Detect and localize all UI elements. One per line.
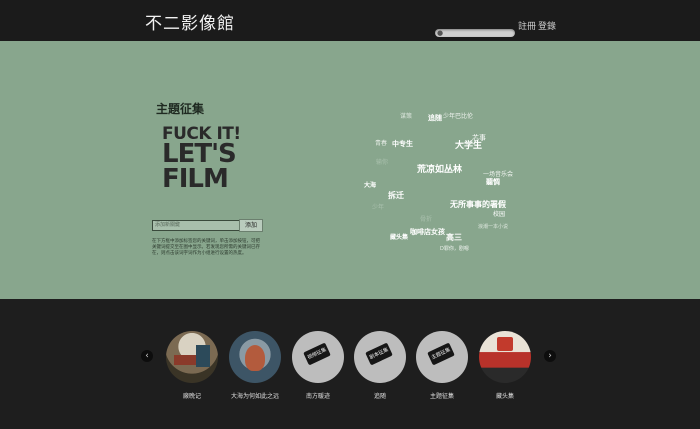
hero-description: 在下方框中添加标签您的关键词，单击添加按钮，可把关键词提交至在图中显示。若发现您… — [152, 239, 260, 256]
tag-cloud-word[interactable]: 大海 — [364, 180, 376, 189]
film-thumb-4[interactable]: 剧本征集 — [354, 331, 406, 383]
tag-cloud-word[interactable]: 浪潮一本小说 — [478, 223, 508, 230]
video-call-tag: 视频征集 — [303, 342, 331, 366]
tag-cloud-word[interactable]: 高三 — [446, 232, 462, 243]
carousel-next-button[interactable]: › — [544, 350, 556, 362]
thumb-1-detail — [174, 355, 196, 365]
tag-cloud-word[interactable]: 输你 — [376, 157, 388, 166]
tag-cloud-word[interactable]: 聽惆 — [486, 177, 500, 187]
film-thumb-1[interactable] — [166, 331, 218, 383]
thumb-1-detail — [196, 345, 210, 367]
film-thumb-3[interactable]: 视频征集 — [292, 331, 344, 383]
film-thumb-6[interactable] — [479, 331, 531, 383]
tag-cloud-word[interactable]: 骨折 — [420, 214, 432, 223]
film-thumb-5[interactable]: 主题征集 — [416, 331, 468, 383]
search-input[interactable]: ● — [435, 29, 515, 37]
search-icon: ● — [437, 29, 444, 37]
tag-cloud-word[interactable]: 追随 — [428, 113, 442, 123]
site-logo[interactable]: 不二影像館 — [145, 9, 235, 34]
poster-line-3: FILM — [162, 163, 229, 194]
hero-title: 主題征集 — [156, 102, 205, 116]
tag-cloud-word[interactable]: 校园 — [493, 209, 505, 218]
tag-cloud-word[interactable]: 荒凉如丛林 — [417, 162, 462, 175]
tag-cloud-word[interactable]: 拆迁 — [388, 190, 404, 201]
theme-call-tag: 主题征集 — [427, 342, 455, 366]
carousel-prev-button[interactable]: ‹ — [141, 350, 153, 362]
login-link[interactable]: 登錄 — [538, 19, 556, 32]
add-keyword-button[interactable]: 添加 — [239, 219, 263, 232]
tag-cloud-word[interactable]: 咖啡店女孩 — [410, 227, 445, 237]
tag-cloud-word[interactable]: 少年巴比伦 — [443, 111, 473, 120]
tag-cloud-word[interactable]: 青春 — [375, 138, 387, 147]
thumb-6-detail — [497, 337, 513, 351]
film-carousel — [0, 299, 700, 429]
keyword-input[interactable]: 添加新關鍵 — [152, 220, 242, 231]
poster-graphic: FUCK IT! LET'S FILM — [162, 125, 250, 194]
tag-cloud-word[interactable]: 少年 — [372, 202, 384, 211]
register-link[interactable]: 註冊 — [518, 19, 536, 32]
hero-banner — [0, 41, 700, 299]
tag-cloud-word[interactable]: 藏头集 — [390, 232, 408, 241]
film-caption-6[interactable]: 藏头集 — [465, 391, 545, 400]
film-thumb-2[interactable] — [229, 331, 281, 383]
tag-cloud-word[interactable]: 谋策 — [400, 111, 412, 120]
tag-cloud-word[interactable]: 大学生 — [455, 138, 482, 151]
script-call-tag: 剧本征集 — [365, 342, 393, 366]
top-header: 不二影像館 註冊 登錄 ● — [0, 0, 700, 41]
tag-cloud-word[interactable]: D罪你，剧嗯 — [440, 245, 469, 252]
tag-cloud-word[interactable]: 中专生 — [392, 139, 413, 149]
thumb-2-figure — [245, 345, 265, 371]
